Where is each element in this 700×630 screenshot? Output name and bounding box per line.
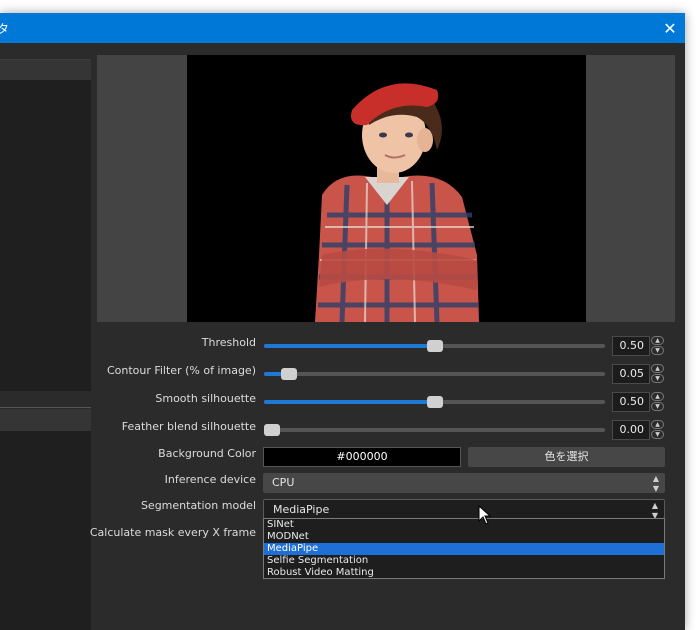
feather-blend-slider-handle[interactable] bbox=[264, 424, 280, 436]
threshold-label: Threshold bbox=[201, 336, 256, 349]
person-silhouette-image bbox=[315, 83, 479, 322]
sidebar-divider bbox=[0, 407, 91, 408]
dropdown-option-selfie-segmentation[interactable]: Selfie Segmentation bbox=[264, 555, 664, 567]
smooth-silhouette-spinbox[interactable]: 0.50 bbox=[612, 392, 650, 412]
contour-filter-slider-handle[interactable] bbox=[281, 368, 297, 380]
threshold-slider-fill bbox=[264, 344, 435, 348]
chevron-updown-icon: ▲ ▼ bbox=[652, 474, 659, 493]
feather-blend-spin-buttons: ▲ ▼ bbox=[651, 420, 665, 440]
decrement-button[interactable]: ▼ bbox=[651, 346, 664, 355]
mouse-cursor-icon bbox=[478, 505, 492, 525]
feather-blend-spinbox[interactable]: 0.00 bbox=[612, 420, 650, 440]
threshold-spin-buttons: ▲ ▼ bbox=[651, 336, 665, 356]
threshold-spinbox[interactable]: 0.50 bbox=[612, 336, 650, 356]
inference-device-select[interactable]: CPU ▲ ▼ bbox=[263, 473, 665, 493]
threshold-slider[interactable] bbox=[264, 340, 605, 352]
segmentation-model-label: Segmentation model bbox=[140, 499, 256, 512]
smooth-silhouette-label: Smooth silhouette bbox=[155, 392, 256, 405]
audio-filters-list[interactable] bbox=[0, 59, 91, 391]
effect-filters-header bbox=[0, 409, 91, 431]
filters-sidebar bbox=[0, 43, 92, 630]
dropdown-option-mediapipe[interactable]: MediaPipe bbox=[264, 543, 664, 555]
contour-filter-slider[interactable] bbox=[264, 368, 605, 380]
title-bar: タ ✕ bbox=[0, 13, 685, 43]
smooth-silhouette-spin-buttons: ▲ ▼ bbox=[651, 392, 665, 412]
dropdown-option-modnet[interactable]: MODNet bbox=[264, 531, 664, 543]
increment-button[interactable]: ▲ bbox=[651, 364, 664, 373]
smooth-silhouette-slider-handle[interactable] bbox=[427, 396, 443, 408]
contour-filter-spin-buttons: ▲ ▼ bbox=[651, 364, 665, 384]
decrement-button[interactable]: ▼ bbox=[651, 430, 664, 439]
decrement-button[interactable]: ▼ bbox=[651, 374, 664, 383]
segmentation-model-select[interactable]: MediaPipe ▲ ▼ bbox=[263, 499, 665, 520]
feather-blend-label: Feather blend silhouette bbox=[121, 420, 256, 433]
audio-filters-header bbox=[0, 60, 91, 80]
inference-device-value: CPU bbox=[272, 476, 295, 489]
dropdown-option-sinet[interactable]: SINet bbox=[264, 519, 664, 531]
decrement-button[interactable]: ▼ bbox=[651, 402, 664, 411]
inference-device-label: Inference device bbox=[164, 473, 256, 486]
contour-filter-label: Contour Filter (% of image) bbox=[106, 364, 256, 377]
close-button[interactable]: ✕ bbox=[655, 13, 685, 43]
contour-filter-spinbox[interactable]: 0.05 bbox=[612, 364, 650, 384]
calculate-mask-label: Calculate mask every X frame bbox=[89, 526, 256, 539]
select-color-button[interactable]: 色を選択 bbox=[468, 447, 665, 467]
preview-area bbox=[97, 55, 675, 322]
feather-blend-slider[interactable] bbox=[264, 424, 605, 436]
background-color-label: Background Color bbox=[158, 447, 256, 460]
background-color-swatch[interactable]: #000000 bbox=[263, 447, 461, 467]
increment-button[interactable]: ▲ bbox=[651, 336, 664, 345]
threshold-slider-handle[interactable] bbox=[427, 340, 443, 352]
dropdown-option-robust-video-matting[interactable]: Robust Video Matting bbox=[264, 567, 664, 579]
effect-filters-list[interactable] bbox=[0, 431, 91, 630]
segmentation-model-value: MediaPipe bbox=[273, 503, 330, 516]
increment-button[interactable]: ▲ bbox=[651, 420, 664, 429]
preview-canvas bbox=[187, 55, 586, 322]
window-title: タ bbox=[0, 22, 10, 36]
smooth-silhouette-slider-fill bbox=[264, 400, 435, 404]
close-icon: ✕ bbox=[663, 18, 677, 38]
increment-button[interactable]: ▲ bbox=[651, 392, 664, 401]
smooth-silhouette-slider[interactable] bbox=[264, 396, 605, 408]
segmentation-model-dropdown[interactable]: SINet MODNet MediaPipe Selfie Segmentati… bbox=[263, 518, 665, 579]
